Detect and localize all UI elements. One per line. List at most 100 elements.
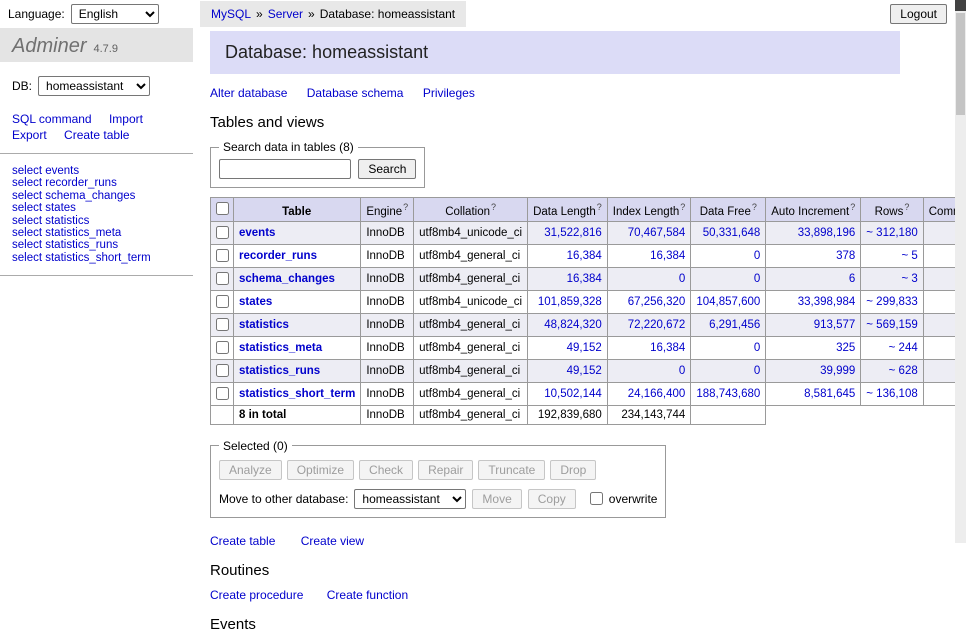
auto-increment-link[interactable]: 33,398,984 [798,296,856,308]
breadcrumb-mysql-link[interactable]: MySQL [211,7,251,21]
create-view-link[interactable]: Create view [301,534,364,548]
index-length-link[interactable]: 67,256,320 [628,296,686,308]
data-length-link[interactable]: 10,502,144 [544,388,602,400]
create-function-link[interactable]: Create function [327,588,408,602]
auto-increment-link[interactable]: 6 [849,273,855,285]
sidebar-table-link[interactable]: select states [12,202,181,214]
column-doc-link[interactable]: ? [403,202,408,212]
privileges-link[interactable]: Privileges [423,86,475,100]
table-name-link[interactable]: statistics [239,319,289,331]
bulk-action-button[interactable]: Drop [550,460,596,480]
column-doc-link[interactable]: ? [904,202,909,212]
row-checkbox[interactable] [216,226,229,239]
index-length-link[interactable]: 0 [679,273,685,285]
language-select[interactable]: English [71,4,159,24]
data-length-link[interactable]: 16,384 [567,273,602,285]
breadcrumb-server-link[interactable]: Server [268,7,303,21]
bulk-action-button[interactable]: Analyze [219,460,282,480]
move-button[interactable]: Move [472,489,521,509]
create-table-sidebar-link[interactable]: Create table [64,128,129,142]
table-name-link[interactable]: events [239,227,275,239]
auto-increment-link[interactable]: 325 [836,342,855,354]
sidebar-table-link[interactable]: select schema_changes [12,190,181,202]
data-free-link[interactable]: 0 [754,250,760,262]
export-link[interactable]: Export [12,128,47,142]
move-db-select[interactable]: homeassistant [354,489,466,509]
row-checkbox[interactable] [216,272,229,285]
data-free-link[interactable]: 0 [754,342,760,354]
column-doc-link[interactable]: ? [491,202,496,212]
bulk-action-button[interactable]: Truncate [478,460,545,480]
sidebar-table-link[interactable]: select events [12,165,181,177]
column-doc-link[interactable]: ? [597,202,602,212]
scrollbar-thumb[interactable] [956,13,965,115]
scrollbar-up-button[interactable] [955,0,966,11]
rows-count-link[interactable]: ~ 136,108 [866,388,917,400]
column-doc-link[interactable]: ? [752,202,757,212]
auto-increment-link[interactable]: 8,581,645 [804,388,855,400]
sidebar-table-link[interactable]: select statistics_runs [12,239,181,251]
overwrite-checkbox[interactable] [590,492,603,505]
row-checkbox[interactable] [216,341,229,354]
rows-count-link[interactable]: ~ 299,833 [866,296,917,308]
scrollbar[interactable] [955,0,966,543]
database-schema-link[interactable]: Database schema [307,86,404,100]
rows-count-link[interactable]: ~ 244 [889,342,918,354]
copy-button[interactable]: Copy [528,489,576,509]
auto-increment-link[interactable]: 39,999 [820,365,855,377]
rows-count-link[interactable]: ~ 5 [901,250,917,262]
sidebar-table-link[interactable]: select statistics_meta [12,227,181,239]
data-length-link[interactable]: 49,152 [567,342,602,354]
row-checkbox[interactable] [216,295,229,308]
search-input[interactable] [219,159,351,179]
index-length-link[interactable]: 16,384 [650,250,685,262]
data-free-link[interactable]: 0 [754,365,760,377]
rows-count-link[interactable]: ~ 3 [901,273,917,285]
alter-database-link[interactable]: Alter database [210,86,287,100]
data-free-link[interactable]: 188,743,680 [696,388,760,400]
index-length-link[interactable]: 70,467,584 [628,227,686,239]
adminer-logo[interactable]: Adminer [12,35,86,58]
sidebar-table-link[interactable]: select recorder_runs [12,177,181,189]
index-length-link[interactable]: 0 [679,365,685,377]
search-button[interactable]: Search [358,159,416,179]
column-doc-link[interactable]: ? [850,202,855,212]
logout-button[interactable]: Logout [890,4,947,24]
rows-count-link[interactable]: ~ 569,159 [866,319,917,331]
row-checkbox[interactable] [216,387,229,400]
table-name-link[interactable]: states [239,296,272,308]
create-procedure-link[interactable]: Create procedure [210,588,303,602]
import-link[interactable]: Import [109,112,143,126]
index-length-link[interactable]: 16,384 [650,342,685,354]
data-length-link[interactable]: 48,824,320 [544,319,602,331]
table-name-link[interactable]: statistics_meta [239,342,322,354]
select-all-checkbox[interactable] [216,202,229,215]
bulk-action-button[interactable]: Optimize [287,460,354,480]
data-length-link[interactable]: 101,859,328 [538,296,602,308]
index-length-link[interactable]: 24,166,400 [628,388,686,400]
table-name-link[interactable]: statistics_short_term [239,388,355,400]
row-checkbox[interactable] [216,318,229,331]
auto-increment-link[interactable]: 913,577 [814,319,856,331]
column-doc-link[interactable]: ? [680,202,685,212]
auto-increment-link[interactable]: 33,898,196 [798,227,856,239]
auto-increment-link[interactable]: 378 [836,250,855,262]
data-free-link[interactable]: 50,331,648 [703,227,761,239]
data-length-link[interactable]: 31,522,816 [544,227,602,239]
data-free-link[interactable]: 0 [754,273,760,285]
create-table-link[interactable]: Create table [210,534,275,548]
rows-count-link[interactable]: ~ 312,180 [866,227,917,239]
table-name-link[interactable]: recorder_runs [239,250,317,262]
table-name-link[interactable]: statistics_runs [239,365,320,377]
index-length-link[interactable]: 72,220,672 [628,319,686,331]
sidebar-table-link[interactable]: select statistics [12,215,181,227]
row-checkbox[interactable] [216,249,229,262]
bulk-action-button[interactable]: Check [359,460,413,480]
data-length-link[interactable]: 49,152 [567,365,602,377]
db-select[interactable]: homeassistant [38,76,150,96]
row-checkbox[interactable] [216,364,229,377]
table-name-link[interactable]: schema_changes [239,273,335,285]
sql-command-link[interactable]: SQL command [12,112,92,126]
data-free-link[interactable]: 104,857,600 [696,296,760,308]
data-free-link[interactable]: 6,291,456 [709,319,760,331]
